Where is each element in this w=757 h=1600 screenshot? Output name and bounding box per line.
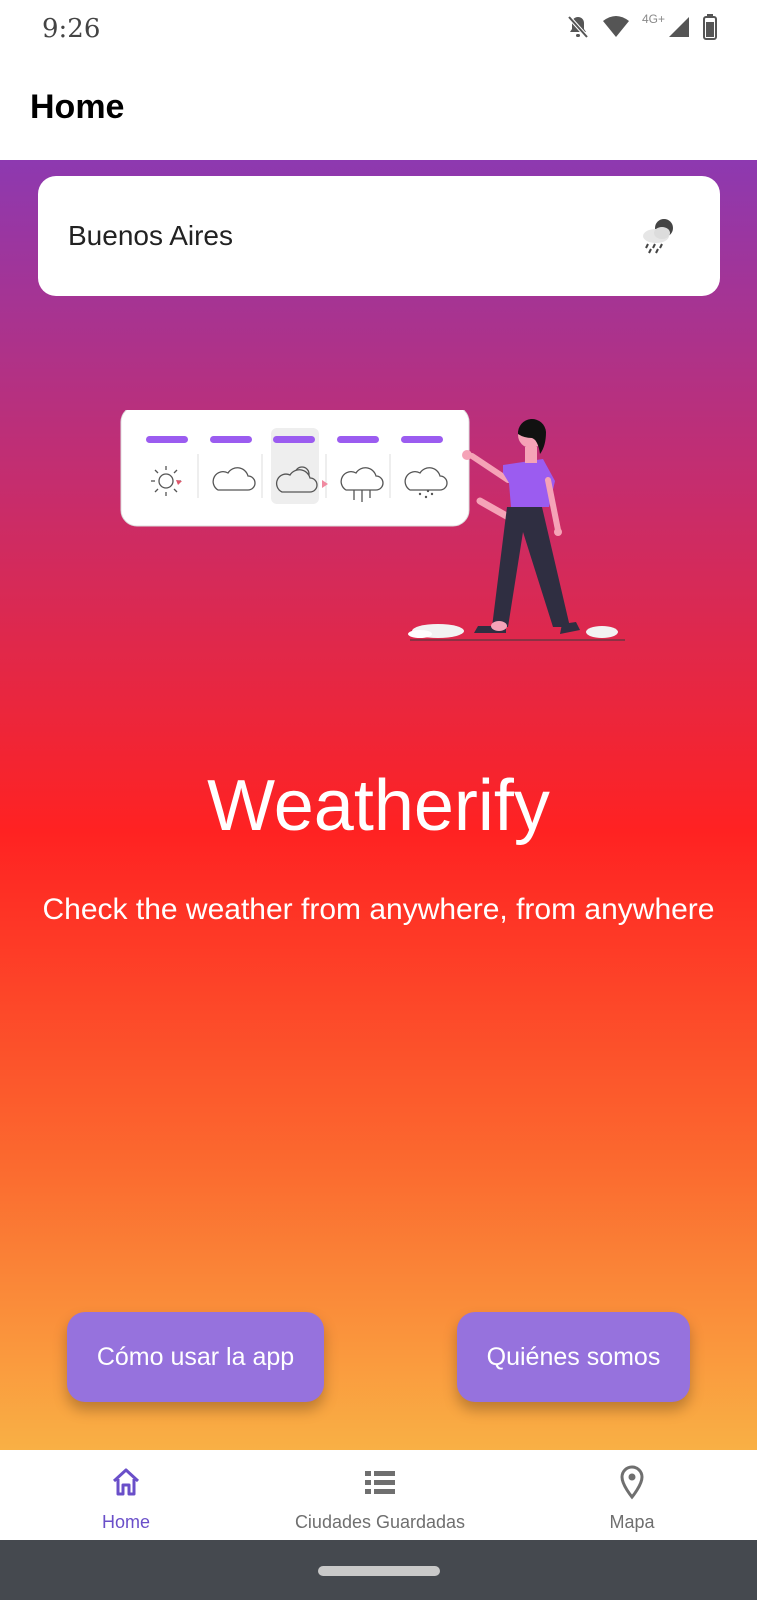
city-name: Buenos Aires — [68, 220, 233, 251]
status-bar: 9:26 4G+ — [0, 0, 757, 60]
map-pin-icon — [620, 1465, 644, 1500]
signal-icon — [669, 17, 689, 37]
tagline: Check the weather from anywhere, from an… — [42, 893, 715, 926]
wifi-icon — [602, 16, 629, 37]
nav-item-home[interactable]: Home — [66, 1450, 186, 1540]
system-gesture-bar — [0, 1540, 757, 1600]
home-content: Buenos Aires Weatherify Check the weathe… — [0, 160, 757, 1450]
page-title: Home — [30, 88, 125, 126]
nav-item-map[interactable]: Mapa — [572, 1450, 692, 1540]
app-bar: Home — [0, 60, 757, 160]
weather-illustration — [120, 410, 625, 641]
status-time: 9:26 — [42, 14, 101, 44]
battery-icon — [703, 14, 717, 40]
rain-cloud-icon — [643, 219, 673, 254]
nav-label-home: Home — [101, 1512, 150, 1532]
city-card[interactable]: Buenos Aires — [38, 176, 720, 296]
nav-label-saved-cities: Ciudades Guardadas — [294, 1512, 466, 1532]
nav-label-map: Mapa — [609, 1512, 655, 1532]
bottom-navigation: Home Ciudades Guardadas Mapa — [0, 1450, 757, 1540]
nav-item-saved-cities[interactable]: Ciudades Guardadas — [280, 1450, 480, 1540]
notifications-off-icon — [567, 15, 589, 39]
about-us-button[interactable]: Quiénes somos — [457, 1312, 690, 1402]
status-icons: 4G+ — [566, 12, 717, 40]
list-icon — [365, 1471, 395, 1494]
home-icon — [112, 1468, 140, 1496]
how-to-use-button[interactable]: Cómo usar la app — [67, 1312, 324, 1402]
app-name: Weatherify — [207, 766, 550, 846]
network-type: 4G+ — [641, 12, 665, 26]
home-gesture-handle[interactable] — [318, 1566, 440, 1576]
